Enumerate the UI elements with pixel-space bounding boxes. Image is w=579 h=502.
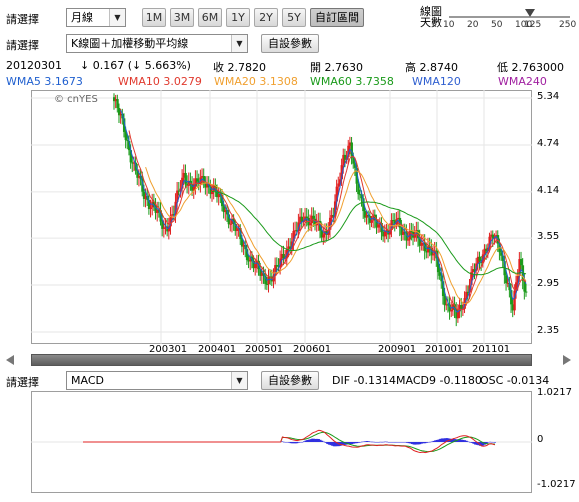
price-chart-canvas bbox=[31, 90, 532, 344]
candle-body bbox=[456, 311, 460, 319]
custom-params-button[interactable]: 自設參數 bbox=[261, 34, 319, 53]
days-slider-track[interactable] bbox=[449, 16, 570, 18]
quote-close: 收 2.7820 bbox=[213, 61, 266, 74]
price-tick-label: 2.35 bbox=[537, 325, 560, 336]
quote-open: 開 2.7630 bbox=[310, 61, 363, 74]
quote-change: ↓ 0.167 (↓ 5.663%) bbox=[80, 59, 191, 72]
macd-histogram-bar bbox=[494, 442, 496, 443]
range-button-6[interactable]: 自訂區間 bbox=[310, 8, 364, 27]
candle-body bbox=[370, 220, 373, 223]
candle-body bbox=[513, 290, 516, 311]
range-button-4[interactable]: 2Y bbox=[254, 8, 278, 27]
macd-tick-label: -1.0217 bbox=[537, 479, 576, 490]
candle-body bbox=[450, 309, 453, 312]
ma-line-10 bbox=[128, 130, 527, 311]
candle-body bbox=[407, 239, 410, 241]
chart-type-label: 請選擇 bbox=[6, 39, 39, 52]
ma-legend-item: WMA60 3.7358 bbox=[310, 75, 394, 88]
macd-histogram-bar bbox=[467, 441, 470, 443]
watermark: © cnYES bbox=[54, 94, 98, 105]
candle-body bbox=[312, 215, 315, 219]
period-select[interactable]: 月線 ▼ bbox=[66, 8, 126, 27]
candle-body bbox=[300, 216, 304, 222]
slider-tick-label: 125 bbox=[524, 20, 542, 30]
chart-type-value: K線圖＋加權移動平均線 bbox=[71, 37, 189, 50]
candle-body bbox=[196, 178, 199, 182]
price-tick-label: 5.34 bbox=[537, 91, 560, 102]
range-button-0[interactable]: 1M bbox=[142, 8, 166, 27]
candle-body bbox=[305, 216, 309, 218]
macd-osc: OSC -0.0134 bbox=[480, 374, 550, 387]
range-button-5[interactable]: 5Y bbox=[282, 8, 306, 27]
candle-body bbox=[265, 283, 269, 285]
chevron-down-icon: ▼ bbox=[231, 372, 247, 389]
ma-legend-item: WMA10 3.0279 bbox=[118, 75, 202, 88]
slider-tick-label: 20 bbox=[467, 20, 479, 30]
slider-tick-label: 10 bbox=[443, 20, 455, 30]
period-selector-label: 請選擇 bbox=[6, 13, 39, 26]
indicator-label: 請選擇 bbox=[6, 376, 39, 389]
price-tick-label: 3.55 bbox=[537, 231, 560, 243]
candle-body bbox=[116, 99, 119, 109]
candle-body bbox=[275, 265, 279, 267]
ma-legend-item: WMA20 3.1308 bbox=[214, 75, 298, 88]
days-slider-handle[interactable] bbox=[525, 9, 535, 17]
chevron-down-icon: ▼ bbox=[231, 35, 247, 52]
macd-params-button[interactable]: 自設參數 bbox=[261, 371, 319, 390]
candle-body bbox=[337, 183, 340, 187]
candle-body bbox=[229, 223, 232, 225]
candle-body bbox=[377, 224, 380, 228]
candle-body bbox=[438, 272, 442, 276]
range-button-3[interactable]: 1Y bbox=[226, 8, 250, 27]
candle-body bbox=[309, 223, 312, 226]
macd-histogram-bar bbox=[301, 441, 304, 443]
candle-body bbox=[184, 172, 187, 184]
candle-body bbox=[460, 304, 463, 309]
period-select-value: 月線 bbox=[71, 11, 93, 24]
scroll-left-icon[interactable] bbox=[6, 355, 14, 365]
macd-dif: DIF -0.1314 bbox=[332, 374, 396, 387]
candle-body bbox=[254, 264, 257, 269]
ma-legend-item: WMA120 bbox=[412, 75, 461, 88]
ma-legend-item: WMA240 bbox=[498, 75, 547, 88]
price-tick-label: 4.14 bbox=[537, 184, 560, 196]
chart-type-select[interactable]: K線圖＋加權移動平均線 ▼ bbox=[66, 34, 248, 53]
macd-chart-canvas bbox=[31, 429, 532, 454]
range-button-2[interactable]: 6M bbox=[198, 8, 222, 27]
candle-body bbox=[322, 234, 325, 238]
candle-body bbox=[149, 207, 152, 210]
candle-body bbox=[443, 296, 446, 306]
ma-line-5 bbox=[120, 109, 527, 313]
time-scrollbar[interactable] bbox=[31, 354, 532, 366]
range-button-1[interactable]: 3M bbox=[170, 8, 194, 27]
chevron-down-icon: ▼ bbox=[109, 9, 125, 26]
indicator-select[interactable]: MACD ▼ bbox=[66, 371, 248, 390]
candle-body bbox=[520, 259, 523, 266]
slider-tick-label: 50 bbox=[491, 20, 503, 30]
macd-tick-label: 0 bbox=[537, 434, 544, 445]
price-tick-label: 2.95 bbox=[537, 278, 560, 290]
quote-high: 高 2.8740 bbox=[405, 61, 458, 74]
candle-body bbox=[431, 254, 435, 256]
quote-date: 20120301 bbox=[6, 59, 62, 72]
candle-body bbox=[525, 291, 528, 293]
candle-body bbox=[162, 227, 166, 229]
indicator-value: MACD bbox=[71, 374, 104, 387]
quote-low: 低 2.763000 bbox=[497, 61, 564, 74]
macd-macd9: MACD9 -0.1180 bbox=[396, 374, 482, 387]
ma-legend-item: WMA5 3.1673 bbox=[6, 75, 83, 88]
price-tick-label: 4.74 bbox=[537, 137, 560, 149]
macd-tick-label: 1.0217 bbox=[537, 387, 572, 398]
scroll-right-icon[interactable] bbox=[563, 355, 571, 365]
slider-tick-label: 250 bbox=[559, 20, 577, 30]
candle-body bbox=[478, 256, 481, 262]
